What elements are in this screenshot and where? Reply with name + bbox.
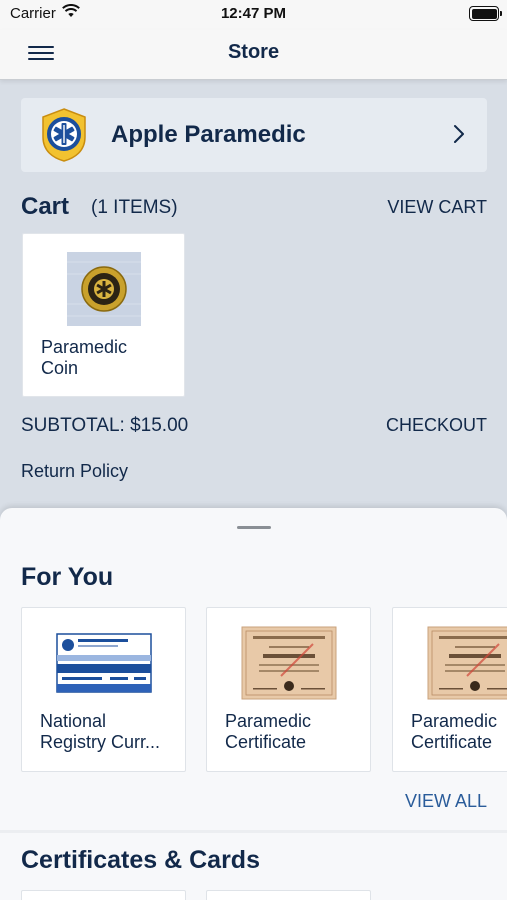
battery-icon	[469, 6, 502, 21]
status-bar: Carrier 12:47 PM	[0, 0, 507, 30]
cart-item-name-line2: Coin	[41, 358, 79, 378]
registry-card-image	[56, 633, 152, 693]
certificate-image	[427, 626, 507, 700]
cart-item-card[interactable]: Paramedic Coin	[22, 233, 185, 397]
store-selector-card[interactable]: Apple Paramedic	[21, 98, 487, 172]
view-cart-button[interactable]: VIEW CART	[387, 197, 487, 218]
section-divider	[0, 830, 507, 833]
product-card[interactable]: Paramedic Certificate	[206, 607, 371, 772]
checkout-button[interactable]: CHECKOUT	[386, 415, 487, 436]
sheet-grabber-handle[interactable]	[237, 526, 271, 529]
page-title: Store	[227, 41, 280, 63]
product-card[interactable]	[206, 890, 371, 900]
product-card[interactable]	[21, 890, 186, 900]
chevron-right-icon	[454, 125, 464, 143]
product-name-line1: Paramedic	[411, 711, 498, 731]
status-time: 12:47 PM	[220, 5, 287, 22]
product-name-line1: Paramedic	[225, 711, 312, 731]
ems-logo-icon	[42, 108, 86, 162]
for-you-title: For You	[21, 563, 114, 591]
return-policy-link[interactable]: Return Policy	[21, 461, 128, 482]
cart-subtotal: SUBTOTAL: $15.00	[21, 415, 189, 436]
product-name-line2: Certificate	[411, 732, 493, 752]
product-card[interactable]: National Registry Curr...	[21, 607, 186, 772]
view-all-button[interactable]: VIEW ALL	[405, 791, 487, 812]
paramedic-coin-image	[67, 252, 141, 326]
product-name-line2: Certificate	[225, 732, 307, 752]
certificate-image	[241, 626, 337, 700]
products-bottom-sheet: For You National Registry Curr... Parame…	[0, 508, 507, 900]
store-name: Apple Paramedic	[111, 121, 306, 148]
product-name-line1: National	[40, 711, 107, 731]
product-card[interactable]: Paramedic Certificate	[392, 607, 507, 772]
certificates-cards-title: Certificates & Cards	[21, 846, 260, 874]
navigation-bar: Store	[0, 30, 507, 80]
product-name-line2: Registry Curr...	[40, 732, 161, 752]
cart-item-count: (1 ITEMS)	[91, 197, 178, 218]
cart-item-name-line1: Paramedic	[41, 337, 128, 357]
cart-title: Cart	[21, 193, 70, 220]
